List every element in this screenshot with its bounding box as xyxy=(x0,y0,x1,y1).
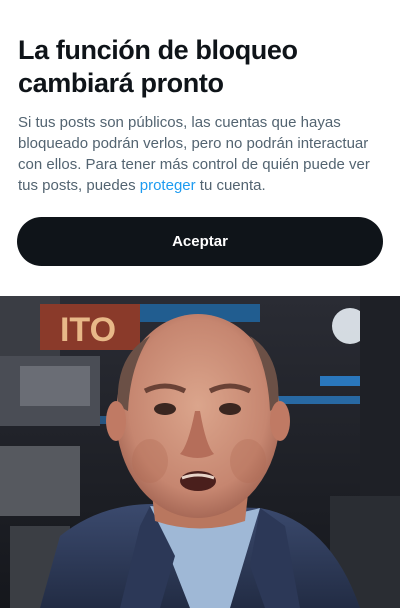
dialog-body-text-end: tu cuenta. xyxy=(195,177,266,194)
dialog-title: La función de bloqueo cambiará pronto xyxy=(18,35,298,98)
protect-account-link[interactable]: proteger xyxy=(140,177,196,194)
photo-illustration: ITO xyxy=(0,296,400,608)
block-change-dialog: La función de bloqueo cambiará pronto Si… xyxy=(0,0,400,290)
dialog-body: Si tus posts son públicos, las cuentas q… xyxy=(18,112,390,196)
studio-sign-text: ITO xyxy=(60,311,116,349)
tv-studio-photo: ITO xyxy=(0,296,400,608)
accept-button[interactable]: Aceptar xyxy=(17,217,383,266)
